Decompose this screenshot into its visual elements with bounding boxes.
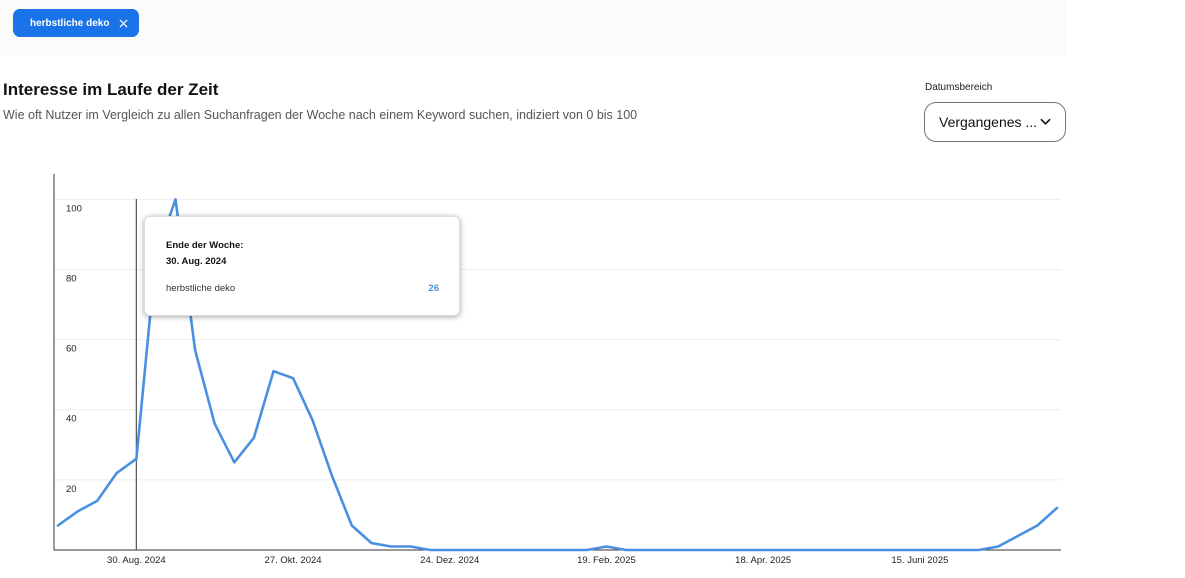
x-tick-label: 30. Aug. 2024 (107, 555, 166, 566)
y-tick-label: 100 (66, 203, 82, 214)
x-tick-label: 15. Juni 2025 (891, 555, 948, 566)
tooltip-value: 26 (428, 283, 439, 294)
tooltip-heading: Ende der Woche: (166, 240, 244, 251)
y-tick-label: 40 (66, 414, 77, 425)
y-tick-label: 20 (66, 484, 77, 495)
tooltip-series-name: herbstliche deko (166, 283, 236, 294)
y-tick-label: 60 (66, 344, 77, 355)
x-tick-label: 24. Dez. 2024 (420, 555, 479, 566)
x-tick-label: 18. Apr. 2025 (735, 555, 791, 566)
tooltip-date: 30. Aug. 2024 (166, 256, 227, 267)
x-tick-label: 27. Okt. 2024 (265, 555, 322, 566)
chart-tooltip: Ende der Woche: 30. Aug. 2024 herbstlich… (144, 216, 460, 316)
x-tick-label: 19. Feb. 2025 (577, 555, 636, 566)
y-tick-label: 80 (66, 273, 77, 284)
